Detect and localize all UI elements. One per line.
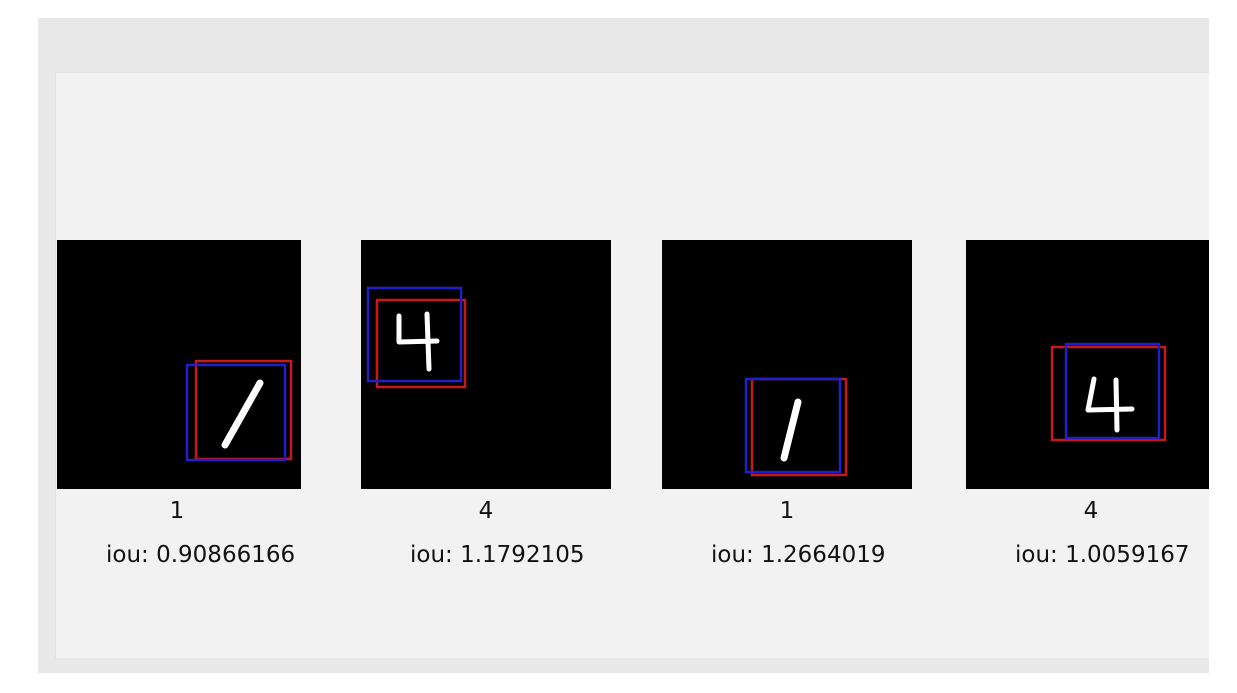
sample-image-3 <box>662 240 912 489</box>
digit-stroke <box>780 398 802 462</box>
results-panel: 1 iou: 0.90866166 4 iou: 1.1792105 1 iou… <box>55 72 1209 658</box>
sample-iou-4: iou: 1.0059167 <box>1015 542 1190 568</box>
sample-image-4 <box>966 240 1209 489</box>
ground-truth-box <box>1050 345 1167 442</box>
window-frame: 1 iou: 0.90866166 4 iou: 1.1792105 1 iou… <box>38 18 1209 673</box>
digit-stroke <box>1085 376 1135 433</box>
sample-card-4: 4 iou: 1.0059167 <box>966 240 1209 640</box>
ground-truth-box <box>750 377 848 477</box>
sample-image-2 <box>361 240 611 489</box>
sample-card-2: 4 iou: 1.1792105 <box>361 240 661 640</box>
digit-four-image <box>366 286 467 389</box>
predicted-box <box>366 286 463 383</box>
sample-card-3: 1 iou: 1.2664019 <box>662 240 962 640</box>
digit-stroke <box>221 379 264 449</box>
digit-one-image <box>185 359 293 462</box>
sample-label-4: 4 <box>1083 498 1099 524</box>
sample-card-1: 1 iou: 0.90866166 <box>56 240 349 640</box>
sample-image-1 <box>57 240 301 489</box>
sample-label-1: 1 <box>169 498 185 524</box>
digit-four-image <box>1050 342 1167 442</box>
predicted-box <box>1064 342 1161 440</box>
digit-stroke <box>396 311 440 372</box>
sample-label-3: 1 <box>779 498 795 524</box>
digit-one-image <box>744 377 848 477</box>
predicted-box <box>185 363 287 462</box>
sample-label-2: 4 <box>478 498 494 524</box>
